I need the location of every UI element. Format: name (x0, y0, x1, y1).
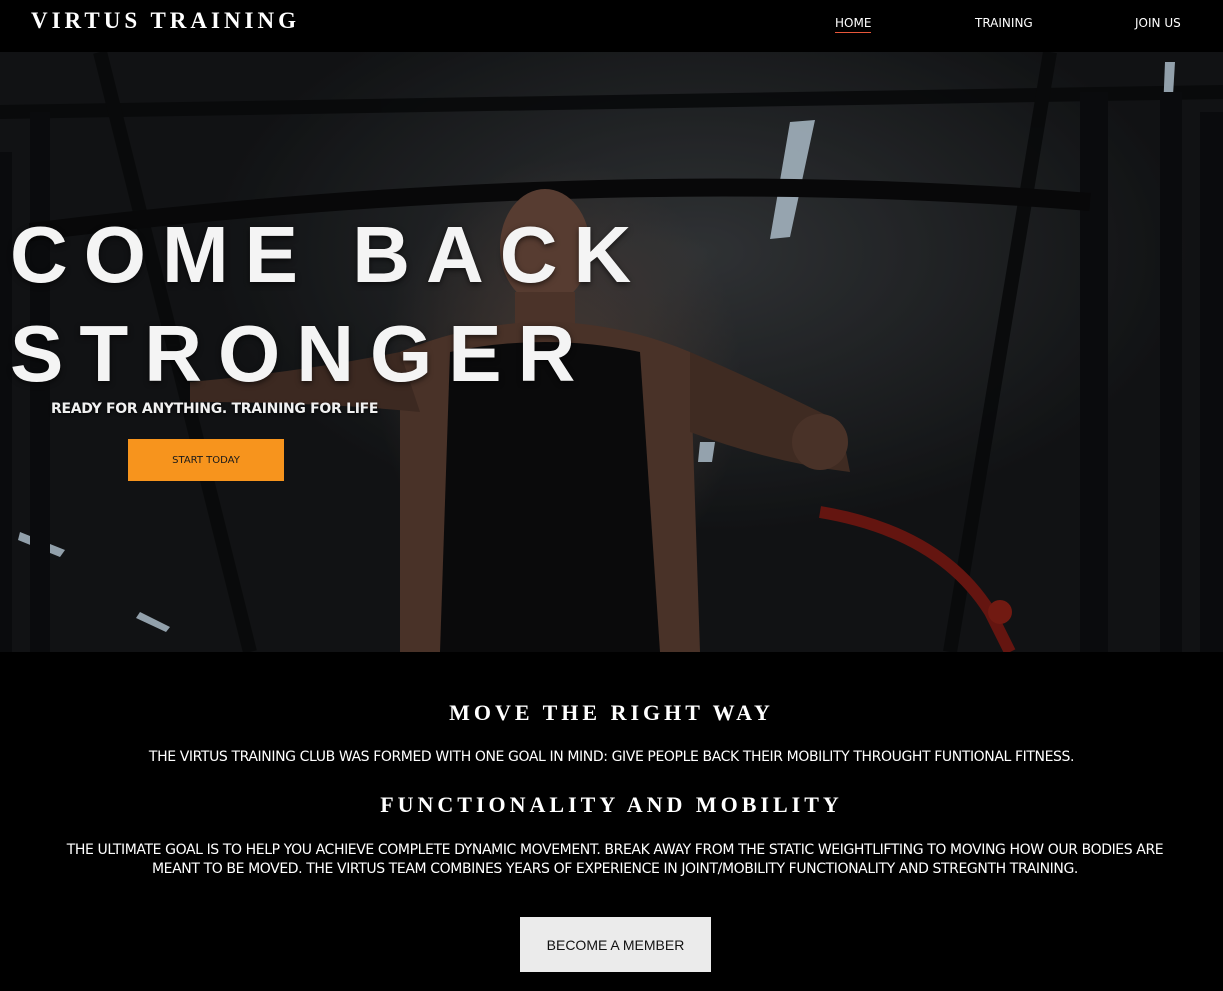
hero-subtitle: READY FOR ANYTHING. TRAINING FOR LIFE (51, 401, 379, 417)
nav-join-us[interactable]: JOIN US (1135, 16, 1181, 30)
about-paragraph-2: THE ULTIMATE GOAL IS TO HELP YOU ACHIEVE… (66, 842, 1164, 877)
nav-training[interactable]: TRAINING (975, 16, 1033, 30)
hero-title-line-2: STRONGER (10, 309, 592, 398)
heading-move-right-way: MOVE THE RIGHT WAY (449, 700, 774, 725)
start-today-button[interactable]: START TODAY (128, 439, 284, 481)
hero-title-line-1: COME BACK (10, 210, 648, 299)
about-paragraph-1: THE VIRTUS TRAINING CLUB WAS FORMED WITH… (148, 749, 1075, 765)
become-member-button[interactable]: BECOME A MEMBER (520, 917, 711, 972)
top-navbar: VIRTUS TRAINING HOME TRAINING JOIN US (0, 0, 1223, 52)
heading-functionality-mobility: FUNCTIONALITY AND MOBILITY (380, 792, 843, 817)
about-section: MOVE THE RIGHT WAY THE VIRTUS TRAINING C… (0, 652, 1223, 991)
nav-home[interactable]: HOME (835, 16, 872, 33)
site-logo[interactable]: VIRTUS TRAINING (31, 8, 300, 34)
hero-section: COME BACK STRONGER READY FOR ANYTHING. T… (0, 52, 1223, 652)
